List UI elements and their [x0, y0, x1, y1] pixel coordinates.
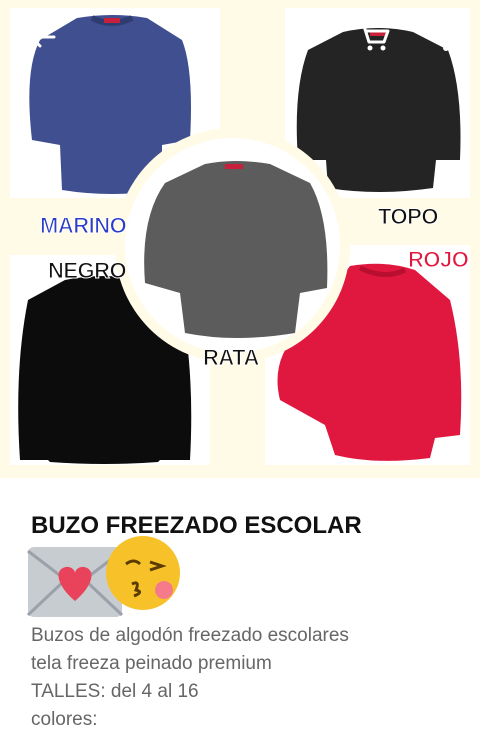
description-line: TALLES: del 4 al 16 [31, 681, 199, 702]
label-negro: NEGRO [47, 258, 127, 284]
product-image-carousel[interactable]: MARINO TOPO NEGRO ROJO RATA [0, 0, 480, 478]
sweater-rata-image [144, 161, 328, 338]
description-line: colores: [31, 709, 98, 730]
back-arrow-icon[interactable] [28, 25, 56, 49]
kissing-face-icon [106, 536, 180, 610]
more-vert-icon[interactable] [440, 24, 452, 52]
label-marino: MARINO [39, 213, 127, 239]
description-line: tela freeza peinado premium [31, 653, 272, 674]
cart-icon[interactable] [356, 22, 390, 52]
label-rojo: ROJO [407, 247, 469, 273]
label-topo: TOPO [378, 204, 439, 230]
product-description: Buzos de algodón freezado escolares tela… [31, 622, 349, 734]
description-line: Buzos de algodón freezado escolares [31, 625, 349, 646]
product-title: BUZO FREEZADO ESCOLAR [31, 512, 362, 539]
label-rata: RATA [203, 345, 260, 371]
